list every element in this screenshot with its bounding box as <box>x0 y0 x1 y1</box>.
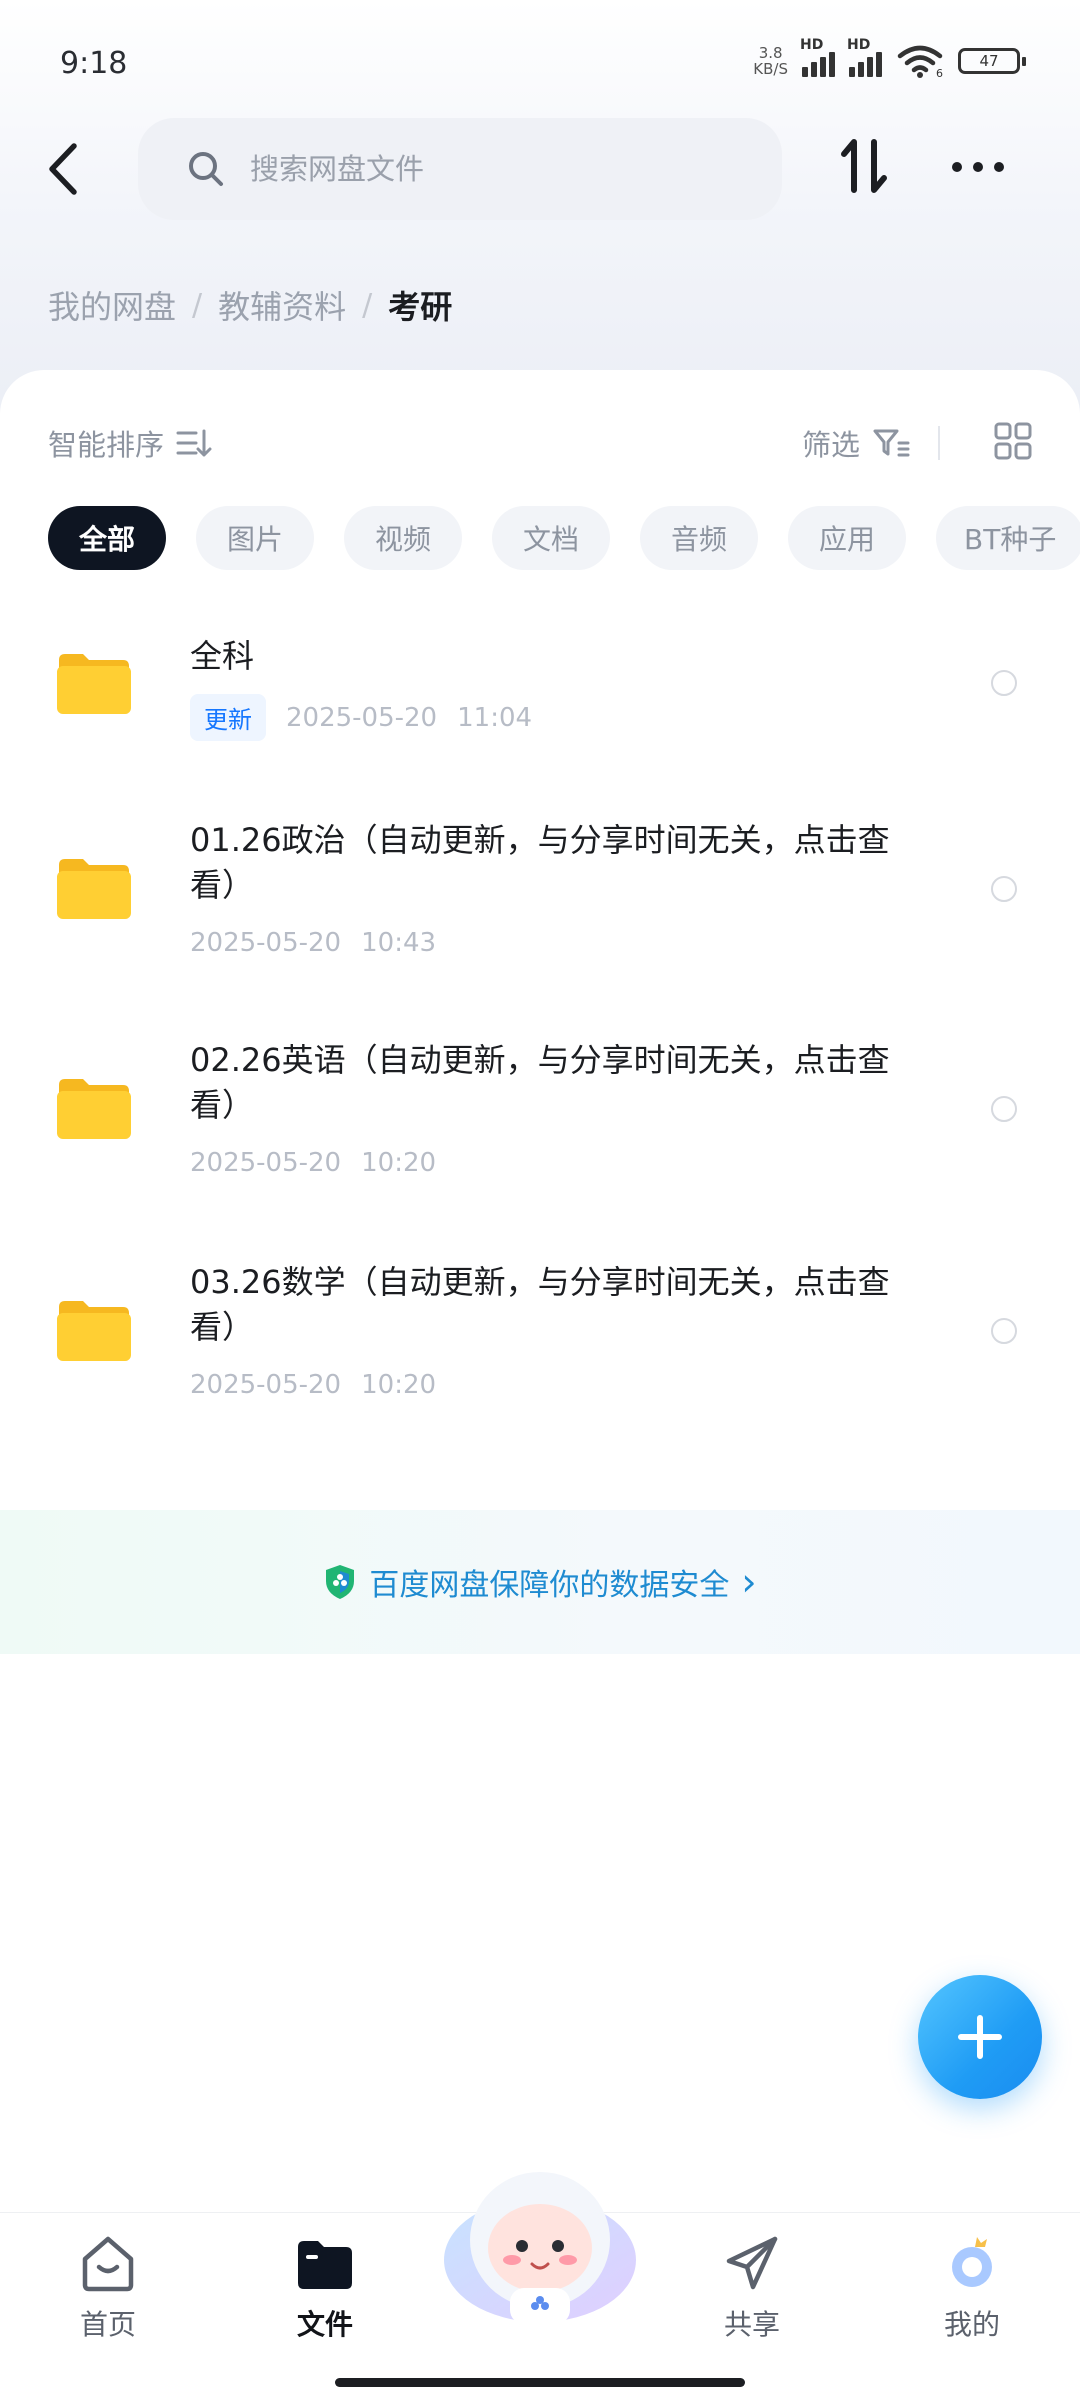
more-options-button[interactable] <box>950 152 1006 182</box>
network-speed: 3.8 KB/S <box>753 44 788 78</box>
select-radio[interactable] <box>991 670 1017 696</box>
file-meta: 2025-05-20 10:20 <box>190 1148 436 1178</box>
ai-assistant-mascot[interactable] <box>440 2160 640 2330</box>
status-time: 9:18 <box>60 46 128 81</box>
nav-me-label: 我的 <box>943 2308 1000 2341</box>
select-radio[interactable] <box>991 876 1017 902</box>
toolbar-divider <box>938 426 940 460</box>
file-time: 10:20 <box>361 1148 437 1178</box>
status-icons: 3.8 KB/S HD HD 6 47 <box>753 37 1026 78</box>
more-dots-icon <box>952 162 1004 172</box>
file-date: 2025-05-20 <box>190 928 342 958</box>
file-date: 2025-05-20 <box>190 1370 342 1400</box>
home-indicator <box>335 2378 745 2387</box>
select-radio[interactable] <box>991 1318 1017 1344</box>
sort-order-button[interactable] <box>836 134 892 198</box>
list-item[interactable]: 02.26英语（自动更新，与分享时间无关，点击查看） 2025-05-20 10… <box>0 1020 1080 1220</box>
chip-audio[interactable]: 音频 <box>640 506 758 570</box>
breadcrumb-separator: / <box>362 287 373 323</box>
nav-share-label: 共享 <box>723 2308 780 2341</box>
add-button[interactable] <box>918 1975 1042 2099</box>
search-icon <box>189 152 223 186</box>
select-radio[interactable] <box>991 1096 1017 1122</box>
folder-icon <box>57 859 131 919</box>
chip-images[interactable]: 图片 <box>196 506 314 570</box>
shield-icon <box>326 1565 355 1599</box>
search-input[interactable] <box>248 151 732 187</box>
file-meta: 更新 2025-05-20 11:04 <box>190 694 532 741</box>
breadcrumb-item-root[interactable]: 我的网盘 <box>48 282 176 328</box>
folder-icon <box>57 654 131 714</box>
file-time: 10:43 <box>361 928 437 958</box>
breadcrumb-separator: / <box>192 287 203 323</box>
status-bar: 9:18 3.8 KB/S HD HD 6 47 <box>0 0 1080 120</box>
breadcrumb-item-parent[interactable]: 教辅资料 <box>218 282 346 328</box>
file-type-filter-chips: 全部 图片 视频 文档 音频 应用 BT种子 <box>48 506 1080 570</box>
list-item[interactable]: 全科 更新 2025-05-20 11:04 <box>0 600 1080 780</box>
cell-signal-icon: HD <box>800 37 835 77</box>
nav-home[interactable]: 首页 <box>38 2233 178 2363</box>
folder-filled-icon <box>298 2241 352 2289</box>
file-name: 全科 <box>190 637 255 675</box>
folder-icon <box>57 1301 131 1361</box>
plus-icon <box>958 2015 1002 2059</box>
chip-all[interactable]: 全部 <box>48 506 166 570</box>
list-item[interactable]: 03.26数学（自动更新，与分享时间无关，点击查看） 2025-05-20 10… <box>0 1242 1080 1442</box>
nav-share[interactable]: 共享 <box>682 2233 822 2363</box>
sort-list-icon <box>176 429 212 457</box>
chip-apps[interactable]: 应用 <box>788 506 906 570</box>
file-name: 02.26英语（自动更新，与分享时间无关，点击查看） <box>190 1041 890 1124</box>
chip-bt-torrents[interactable]: BT种子 <box>936 506 1080 570</box>
chip-documents[interactable]: 文档 <box>492 506 610 570</box>
file-name: 03.26数学（自动更新，与分享时间无关，点击查看） <box>190 1263 890 1346</box>
file-time: 10:20 <box>361 1370 437 1400</box>
filter-icon <box>873 429 910 457</box>
battery-level: 47 <box>979 52 999 70</box>
chevron-left-icon <box>49 143 77 195</box>
file-time: 11:04 <box>457 702 533 733</box>
breadcrumb: 我的网盘 / 教辅资料 / 考研 <box>48 282 452 328</box>
smart-sort-label: 智能排序 <box>48 428 165 462</box>
chevron-right-icon: › <box>741 1560 757 1604</box>
nav-home-label: 首页 <box>79 2308 136 2341</box>
file-name: 01.26政治（自动更新，与分享时间无关，点击查看） <box>190 821 890 904</box>
grid-view-button[interactable] <box>994 422 1032 460</box>
battery-icon: 47 <box>958 48 1026 74</box>
file-meta: 2025-05-20 10:20 <box>190 1370 436 1400</box>
grid-view-icon <box>994 422 1032 460</box>
nav-me[interactable]: 我的 <box>902 2233 1042 2363</box>
wifi-sub-label: 6 <box>936 67 943 78</box>
mascot-icon <box>444 2172 636 2324</box>
wifi-icon: 6 <box>897 45 943 78</box>
home-icon <box>82 2236 134 2292</box>
filter-button[interactable]: 筛选 <box>802 422 910 464</box>
folder-icon <box>57 1079 131 1139</box>
cell-signal-icon-2: HD <box>847 37 882 77</box>
chip-videos[interactable]: 视频 <box>344 506 462 570</box>
profile-avatar-icon <box>952 2237 992 2287</box>
update-badge: 更新 <box>190 694 266 741</box>
smart-sort-button[interactable]: 智能排序 <box>48 422 212 464</box>
breadcrumb-item-current: 考研 <box>388 288 453 326</box>
sort-arrows-icon <box>841 139 887 193</box>
security-banner[interactable]: 百度网盘保障你的数据安全 › <box>0 1510 1080 1654</box>
paper-plane-icon <box>726 2236 778 2290</box>
list-toolbar: 智能排序 筛选 <box>48 418 1032 468</box>
list-item[interactable]: 01.26政治（自动更新，与分享时间无关，点击查看） 2025-05-20 10… <box>0 800 1080 1000</box>
nav-files[interactable]: 文件 <box>255 2233 395 2363</box>
file-date: 2025-05-20 <box>286 702 438 733</box>
file-meta: 2025-05-20 10:43 <box>190 928 436 958</box>
search-bar[interactable] <box>138 118 782 220</box>
back-button[interactable] <box>38 138 86 200</box>
filter-label: 筛选 <box>801 428 860 462</box>
security-banner-text: 百度网盘保障你的数据安全 <box>369 1568 730 1603</box>
nav-files-label: 文件 <box>296 2308 353 2341</box>
file-date: 2025-05-20 <box>190 1148 342 1178</box>
